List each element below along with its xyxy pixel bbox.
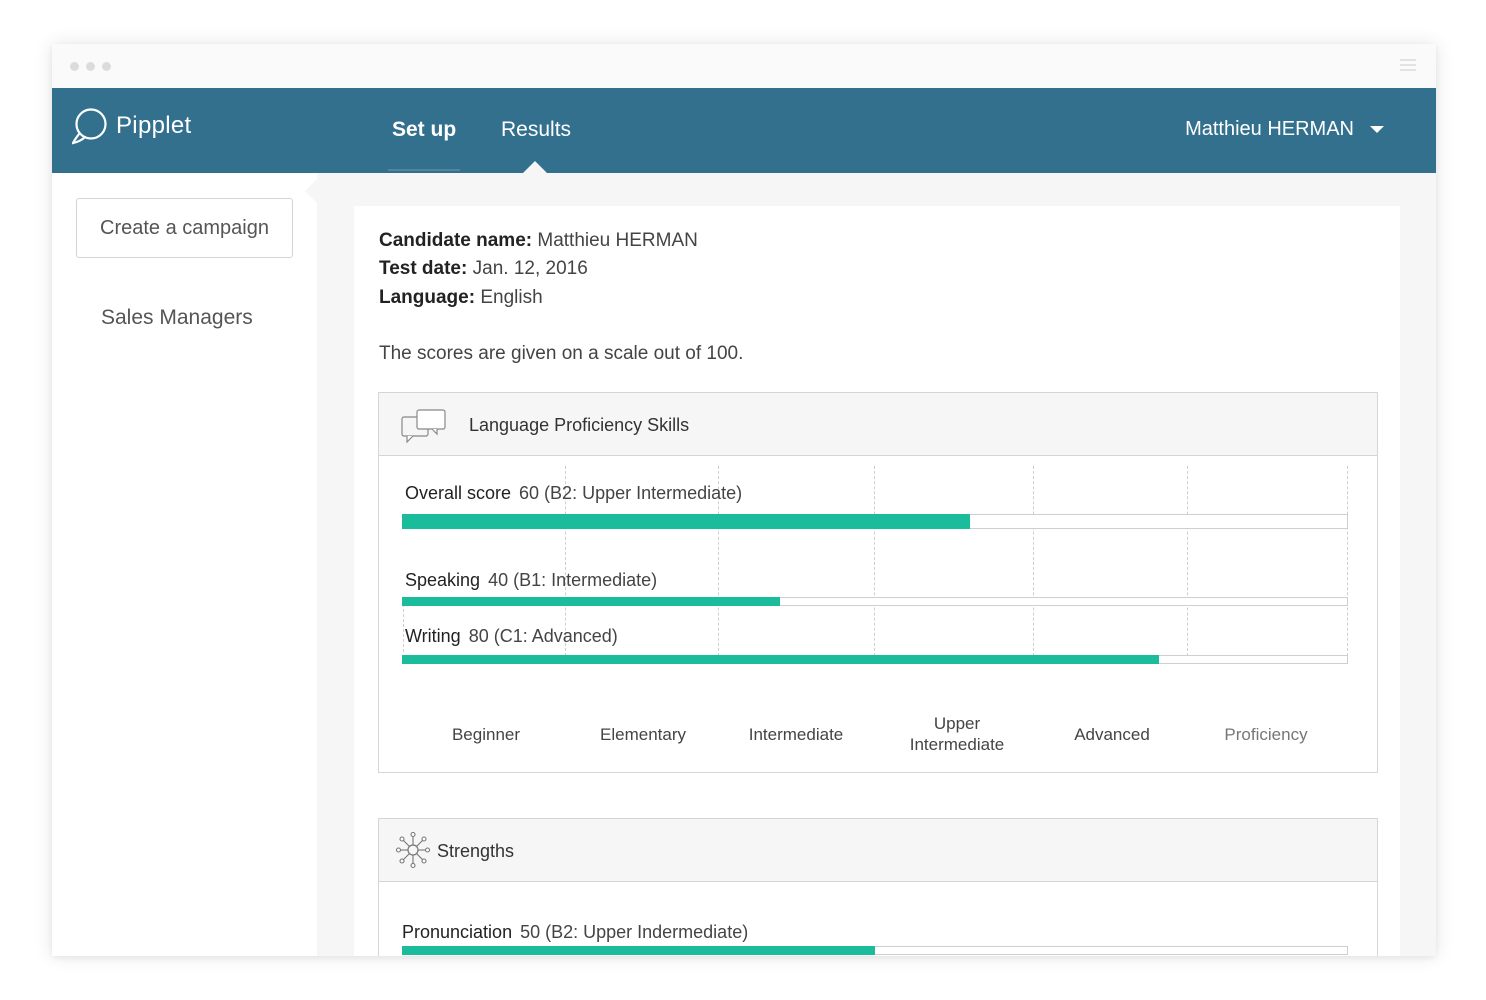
language-value: English	[480, 287, 543, 308]
skill-label-pronunciation: Pronunciation 50 (B2: Upper Indermediate)	[402, 922, 748, 943]
skill-bar-overall	[402, 514, 1348, 529]
window-chrome	[52, 44, 1436, 88]
top-navbar: Pipplet Set up Results Matthieu HERMAN	[52, 88, 1436, 173]
level-label-elementary: Elementary	[600, 725, 686, 744]
nav-tab-results[interactable]: Results	[501, 118, 571, 142]
skill-bar-pronunciation	[402, 946, 1348, 955]
candidate-name: Matthieu HERMAN	[537, 230, 698, 251]
sidebar-active-notch	[305, 179, 317, 203]
skill-name: Pronunciation	[402, 922, 513, 942]
skill-name: Overall score	[405, 483, 512, 503]
skill-label-writing: Writing 80 (C1: Advanced)	[405, 626, 618, 647]
test-date-label: Test date:	[379, 258, 468, 279]
level-label-advanced: Advanced	[1074, 725, 1150, 744]
strengths-panel-header: Strengths	[379, 819, 1377, 882]
strengths-panel: Strengths Pronunciation 50 (B2: Upper Ind…	[378, 818, 1378, 956]
nav-tab-underline	[388, 169, 460, 171]
level-label-proficiency: Proficiency	[1224, 725, 1308, 744]
proficiency-panel: Language Proficiency Skills Overall scor…	[378, 392, 1378, 773]
results-card: Candidate name: Matthieu HERMAN Test dat…	[354, 206, 1400, 956]
test-date-line: Test date: Jan. 12, 2016	[379, 258, 588, 280]
test-date: Jan. 12, 2016	[472, 258, 588, 279]
user-menu[interactable]: Matthieu HERMAN	[1185, 118, 1384, 141]
sidebar-item-sales-managers[interactable]: Sales Managers	[101, 306, 253, 330]
network-icon	[395, 831, 431, 869]
skill-name: Speaking	[405, 570, 481, 590]
skill-bar-fill-pronunciation	[402, 946, 875, 955]
skill-bar-fill-writing	[402, 655, 1159, 664]
skill-label-speaking: Speaking 40 (B1: Intermediate)	[405, 570, 657, 591]
nav-tab-setup[interactable]: Set up	[392, 118, 456, 142]
skill-bar-speaking	[402, 597, 1348, 606]
skill-bar-fill-speaking	[402, 597, 781, 606]
caret-down-icon	[1370, 126, 1384, 133]
create-campaign-button[interactable]: Create a campaign	[76, 198, 293, 258]
candidate-name-label: Candidate name:	[379, 230, 533, 251]
skill-bar-fill-overall	[402, 514, 970, 529]
skill-value: 60 (B2: Upper Intermediate)	[519, 483, 743, 503]
window-dot-icon[interactable]	[70, 62, 79, 71]
strengths-panel-title: Strengths	[437, 841, 515, 861]
skill-bar-writing	[402, 655, 1348, 664]
gridline	[1347, 466, 1348, 661]
logo[interactable]: Pipplet	[72, 107, 191, 145]
gridline	[1033, 466, 1034, 661]
skill-label-overall: Overall score 60 (B2: Upper Intermediate)	[405, 483, 742, 504]
window-dot-icon[interactable]	[102, 62, 111, 71]
logo-text: Pipplet	[116, 112, 192, 139]
level-label-beginner: Beginner	[451, 725, 521, 744]
skill-name: Writing	[405, 626, 461, 646]
language-label: Language:	[379, 287, 476, 308]
user-name: Matthieu HERMAN	[1185, 118, 1354, 140]
app-window: Pipplet Set up Results Matthieu HERMAN C…	[52, 44, 1436, 956]
level-label-intermediate: Intermediate	[748, 725, 844, 744]
language-line: Language: English	[379, 287, 543, 309]
scale-note: The scores are given on a scale out of 1…	[379, 343, 744, 364]
hamburger-menu-icon[interactable]	[1400, 59, 1416, 72]
pipplet-logo-icon	[72, 108, 107, 145]
proficiency-panel-header: Language Proficiency Skills	[379, 393, 1377, 456]
gridline	[874, 466, 875, 661]
skill-value: 50 (B2: Upper Indermediate)	[520, 922, 749, 942]
window-dot-icon[interactable]	[86, 62, 95, 71]
level-label-upper-intermediate: Upper Intermediate	[909, 714, 1005, 754]
candidate-name-line: Candidate name: Matthieu HERMAN	[379, 230, 698, 252]
sidebar: Create a campaign Sales Managers	[52, 173, 317, 956]
active-tab-caret	[523, 161, 547, 173]
gridline	[1187, 466, 1188, 661]
skill-value: 40 (B1: Intermediate)	[488, 570, 658, 590]
proficiency-panel-title: Language Proficiency Skills	[469, 415, 690, 435]
skill-value: 80 (C1: Advanced)	[468, 626, 618, 646]
speech-bubbles-icon	[401, 409, 446, 443]
gridline	[403, 604, 404, 652]
